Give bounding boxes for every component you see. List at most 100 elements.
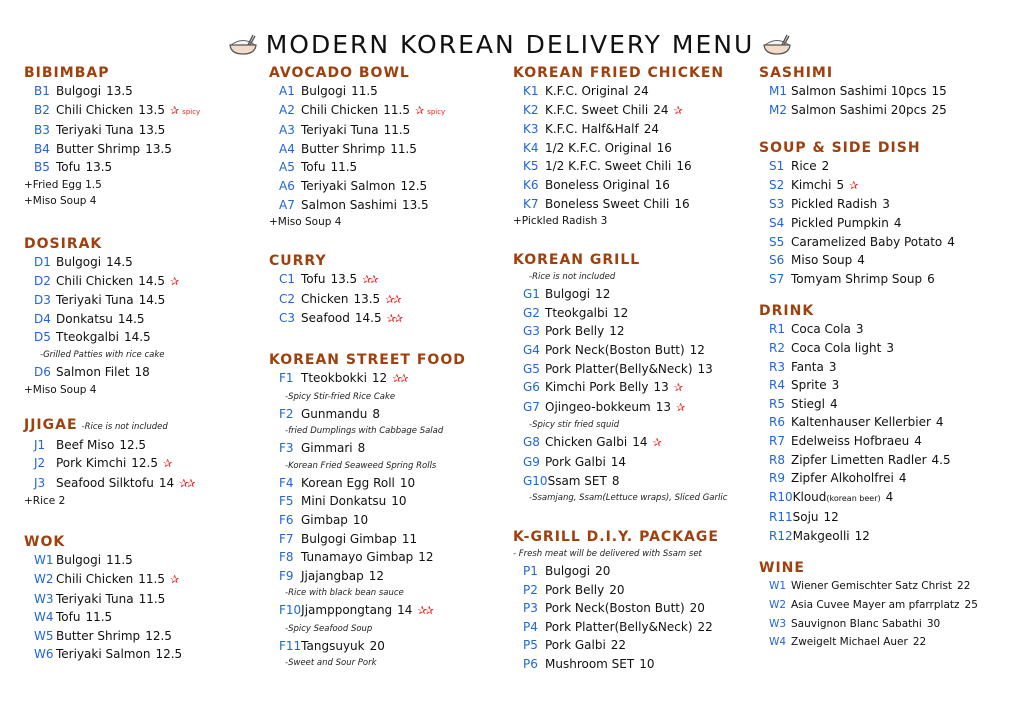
menu-item[interactable]: B5 Tofu 13.5 [24, 158, 200, 177]
menu-item[interactable]: W1 Bulgogi 11.5 [24, 551, 200, 570]
menu-item[interactable]: D4 Donkatsu 14.5 [24, 310, 200, 329]
menu-item[interactable]: R3 Fanta 3 [759, 358, 978, 377]
menu-item[interactable]: D3 Teriyaki Tuna 14.5 [24, 291, 200, 310]
menu-item[interactable]: A5 Tofu 11.5 [269, 158, 466, 177]
menu-item[interactable]: A7 Salmon Sashimi 13.5 [269, 196, 466, 215]
menu-item[interactable]: F7 Bulgogi Gimbap 11 [269, 530, 466, 549]
menu-item[interactable]: C2 Chicken 13.5 ✰✰ [269, 290, 466, 310]
menu-item[interactable]: K2 K.F.C. Sweet Chili 24 ✰ [513, 101, 727, 121]
menu-item[interactable]: B2 Chili Chicken 13.5 ✰ spicy [24, 101, 200, 122]
menu-item[interactable]: W1 Wiener Gemischter Satz Christ 22 [759, 577, 978, 596]
menu-item[interactable]: B4 Butter Shrimp 13.5 [24, 140, 200, 159]
menu-item[interactable]: R9 Zipfer Alkoholfrei 4 [759, 469, 978, 488]
menu-item[interactable]: P4 Pork Platter(Belly&Neck) 22 [513, 618, 727, 637]
item-price: 11.5 [138, 571, 165, 586]
menu-item[interactable]: P2 Pork Belly 20 [513, 581, 727, 600]
menu-item[interactable]: R1 Coca Cola 3 [759, 320, 978, 339]
menu-item[interactable]: C3 Seafood 14.5 ✰✰ [269, 309, 466, 329]
menu-item[interactable]: D2 Chili Chicken 14.5 ✰ [24, 272, 200, 292]
menu-item[interactable]: W5 Butter Shrimp 12.5 [24, 627, 200, 646]
item-code: P2 [523, 582, 538, 597]
add-on: +Rice 2 [24, 495, 66, 508]
menu-item[interactable]: R4 Sprite 3 [759, 376, 978, 395]
menu-item[interactable]: A3 Teriyaki Tuna 11.5 [269, 121, 466, 140]
menu-item[interactable]: F5 Mini Donkatsu 10 [269, 492, 466, 511]
menu-item[interactable]: D1 Bulgogi 14.5 [24, 253, 200, 272]
item-price: 12 [854, 528, 870, 543]
menu-item[interactable]: W2 Asia Cuvee Mayer am pfarrplatz 25 [759, 596, 978, 615]
menu-item[interactable]: K7 Boneless Sweet Chili 16 [513, 195, 727, 214]
menu-item[interactable]: P6 Mushroom SET 10 [513, 655, 727, 674]
menu-item[interactable]: R10Kloud(korean beer) 4 [759, 488, 978, 509]
menu-item[interactable]: D5 Tteokgalbi 14.5 [24, 328, 200, 347]
menu-item[interactable]: F11Tangsuyuk 20 [269, 637, 466, 656]
menu-item[interactable]: S3 Pickled Radish 3 [759, 195, 978, 214]
menu-item[interactable]: W6 Teriyaki Salmon 12.5 [24, 645, 200, 664]
menu-item[interactable]: R5 Stiegl 4 [759, 395, 978, 414]
menu-item[interactable]: P1 Bulgogi 20 [513, 562, 727, 581]
item-name: Zipfer Alkoholfrei [791, 471, 894, 486]
menu-item[interactable]: G4 Pork Neck(Boston Butt) 12 [513, 341, 727, 360]
menu-item[interactable]: G8 Chicken Galbi 14 ✰ [513, 433, 727, 453]
menu-item[interactable]: J3 Seafood Silktofu 14 ✰✰ [24, 474, 200, 494]
section-title: DRINK [759, 302, 978, 320]
menu-item[interactable]: R12Makgeolli 12 [759, 527, 978, 546]
menu-item[interactable]: W4 Zweigelt Michael Auer 22 [759, 633, 978, 652]
menu-item[interactable]: W3 Teriyaki Tuna 11.5 [24, 590, 200, 609]
menu-item[interactable]: D6 Salmon Filet 18 [24, 363, 200, 382]
item-code: F4 [279, 475, 294, 490]
menu-item[interactable]: W3 Sauvignon Blanc Sabathi 30 [759, 615, 978, 634]
menu-item[interactable]: G2 Tteokgalbi 12 [513, 304, 727, 323]
menu-item[interactable]: G10Ssam SET 8 [513, 472, 727, 491]
menu-item[interactable]: F1 Tteokbokki 12 ✰✰ [269, 369, 466, 389]
menu-item[interactable]: R2 Coca Cola light 3 [759, 339, 978, 358]
menu-item[interactable]: A6 Teriyaki Salmon 12.5 [269, 177, 466, 196]
menu-item[interactable]: R8 Zipfer Limetten Radler 4.5 [759, 451, 978, 470]
menu-item[interactable]: K4 1/2 K.F.C. Original 16 [513, 139, 727, 158]
menu-item[interactable]: J1 Beef Miso 12.5 [24, 436, 200, 455]
menu-item[interactable]: S5 Caramelized Baby Potato 4 [759, 233, 978, 252]
menu-item[interactable]: B3 Teriyaki Tuna 13.5 [24, 121, 200, 140]
menu-item[interactable]: C1 Tofu 13.5 ✰✰ [269, 270, 466, 290]
menu-item[interactable]: R6 Kaltenhauser Kellerbier 4 [759, 413, 978, 432]
menu-section: DRINK R1 Coca Cola 3 R2 Coca Cola light 3 R3 Fan… [759, 302, 978, 545]
menu-item[interactable]: F10Jjamppongtang 14 ✰✰ [269, 601, 466, 621]
menu-item[interactable]: W2 Chili Chicken 11.5 ✰ [24, 570, 200, 590]
menu-item[interactable]: G9 Pork Galbi 14 [513, 453, 727, 472]
menu-item[interactable]: K6 Boneless Original 16 [513, 176, 727, 195]
menu-item[interactable]: S7 Tomyam Shrimp Soup 6 [759, 270, 978, 289]
menu-item[interactable]: R7 Edelweiss Hofbraeu 4 [759, 432, 978, 451]
menu-item[interactable]: S6 Miso Soup 4 [759, 251, 978, 270]
item-name: Boneless Original [545, 177, 650, 192]
menu-item[interactable]: J2 Pork Kimchi 12.5 ✰ [24, 454, 200, 474]
menu-item[interactable]: G7 Ojingeo-bokkeum 13 ✰ [513, 398, 727, 418]
menu-item[interactable]: F3 Gimmari 8 [269, 439, 466, 458]
menu-item[interactable]: G1 Bulgogi 12 [513, 285, 727, 304]
menu-item[interactable]: S2 Kimchi 5 ✰ [759, 176, 978, 196]
menu-item[interactable]: F8 Tunamayo Gimbap 12 [269, 548, 466, 567]
menu-item[interactable]: M2 Salmon Sashimi 20pcs 25 [759, 101, 978, 120]
menu-item[interactable]: S4 Pickled Pumpkin 4 [759, 214, 978, 233]
menu-item[interactable]: K3 K.F.C. Half&Half 24 [513, 120, 727, 139]
menu-item[interactable]: B1 Bulgogi 13.5 [24, 82, 200, 101]
menu-item[interactable]: K1 K.F.C. Original 24 [513, 82, 727, 101]
menu-item[interactable]: M1 Salmon Sashimi 10pcs 15 [759, 82, 978, 101]
menu-item[interactable]: A4 Butter Shrimp 11.5 [269, 140, 466, 159]
menu-item[interactable]: G5 Pork Platter(Belly&Neck) 13 [513, 360, 727, 379]
menu-item[interactable]: P3 Pork Neck(Boston Butt) 20 [513, 599, 727, 618]
menu-item[interactable]: F6 Gimbap 10 [269, 511, 466, 530]
menu-item[interactable]: F2 Gunmandu 8 [269, 405, 466, 424]
item-price: 11.5 [383, 102, 410, 117]
menu-item[interactable]: W4 Tofu 11.5 [24, 608, 200, 627]
menu-item[interactable]: K5 1/2 K.F.C. Sweet Chili 16 [513, 157, 727, 176]
menu-item[interactable]: F9 Jjajangbap 12 [269, 567, 466, 586]
menu-item[interactable]: G6 Kimchi Pork Belly 13 ✰ [513, 378, 727, 398]
item-name: Butter Shrimp [301, 141, 386, 156]
menu-item[interactable]: R11Soju 12 [759, 508, 978, 527]
menu-item[interactable]: A1 Bulgogi 11.5 [269, 82, 466, 101]
menu-item[interactable]: A2 Chili Chicken 11.5 ✰ spicy [269, 101, 466, 122]
menu-item[interactable]: F4 Korean Egg Roll 10 [269, 474, 466, 493]
menu-item[interactable]: G3 Pork Belly 12 [513, 322, 727, 341]
menu-item[interactable]: S1 Rice 2 [759, 157, 978, 176]
menu-item[interactable]: P5 Pork Galbi 22 [513, 636, 727, 655]
